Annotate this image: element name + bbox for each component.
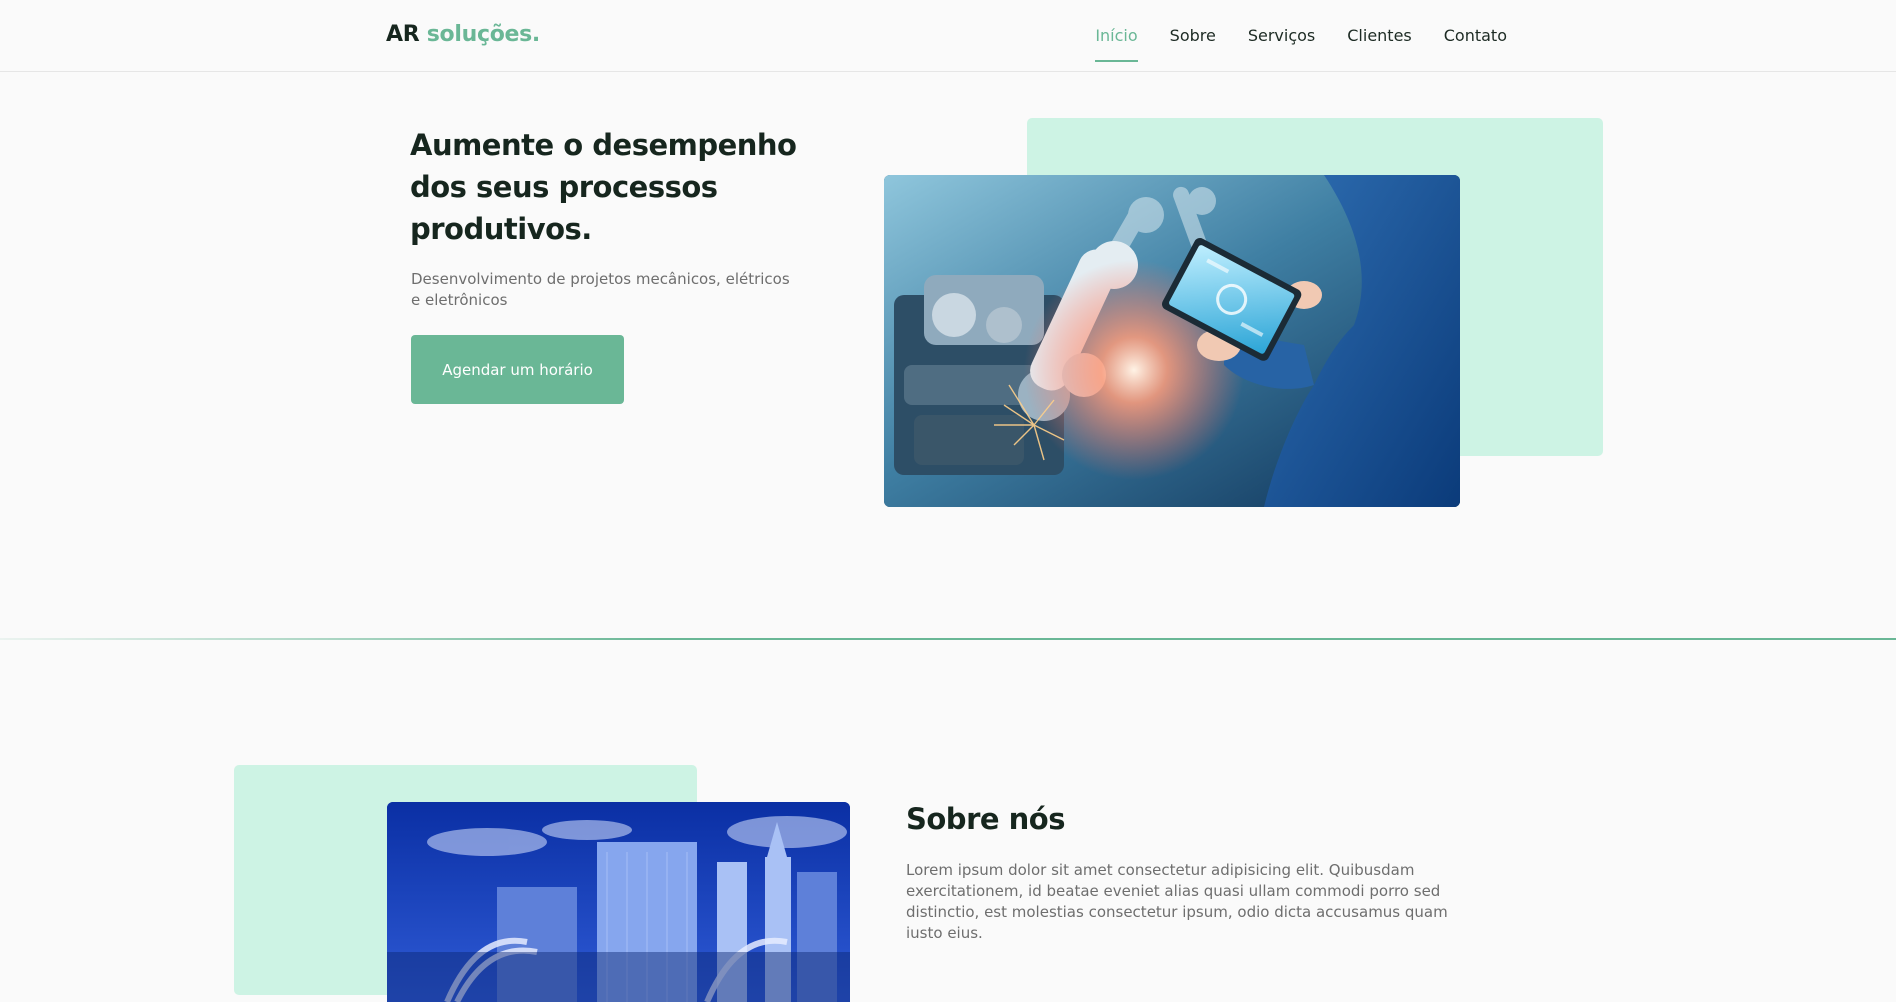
about-text: Lorem ipsum dolor sit amet consectetur a…: [906, 861, 1448, 942]
main-nav: Início Sobre Serviços Clientes Contato: [1095, 0, 1507, 72]
site-header: AR soluções. Início Sobre Serviços Clien…: [0, 0, 1896, 72]
industrial-robot-tablet-image: [884, 175, 1460, 507]
nav-item-contato[interactable]: Contato: [1444, 0, 1507, 72]
hero-subtitle: Desenvolvimento de projetos mecânicos, e…: [411, 270, 790, 309]
schedule-button[interactable]: Agendar um horário: [411, 335, 624, 404]
city-skyline-image: [387, 802, 850, 1002]
brand-logo-part-1: AR: [386, 22, 420, 47]
brand-logo-part-2: soluções.: [426, 22, 541, 47]
brand-logo[interactable]: AR soluções.: [386, 22, 540, 47]
nav-item-inicio[interactable]: Início: [1095, 0, 1139, 72]
nav-item-servicos[interactable]: Serviços: [1248, 0, 1315, 72]
nav-item-clientes[interactable]: Clientes: [1347, 0, 1412, 72]
hero-title: Aumente o desempenho dos seus processos …: [410, 128, 797, 246]
nav-item-sobre[interactable]: Sobre: [1170, 0, 1216, 72]
section-divider: [0, 638, 1896, 640]
about-title: Sobre nós: [906, 802, 1065, 836]
